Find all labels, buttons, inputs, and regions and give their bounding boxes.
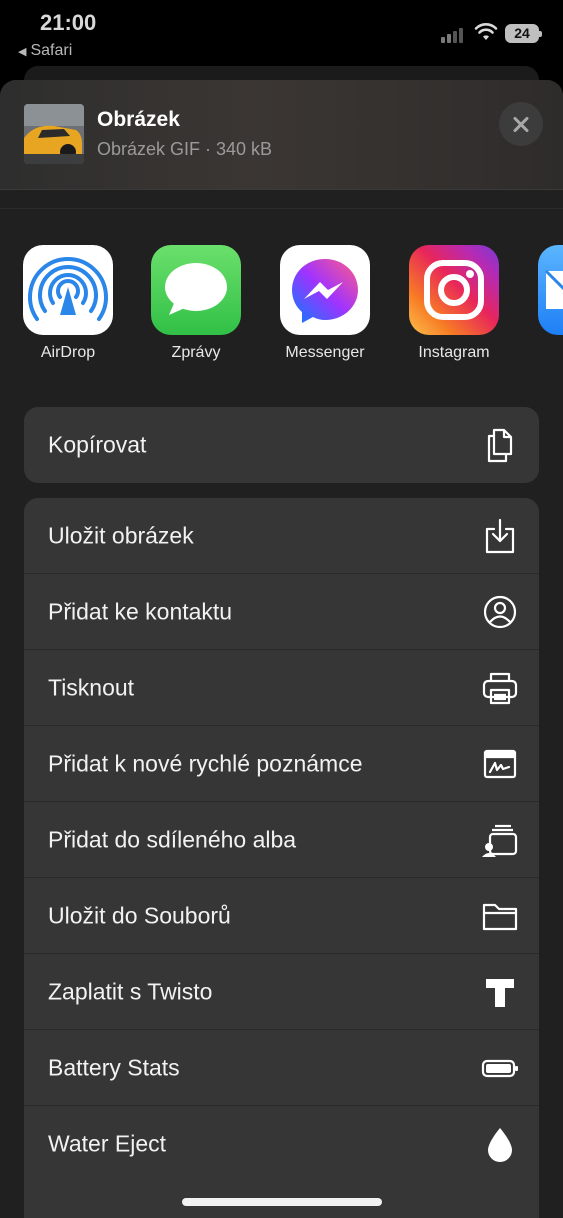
close-button[interactable]	[499, 102, 543, 146]
action-print[interactable]: Tisknout	[24, 650, 539, 726]
folder-icon	[481, 897, 519, 935]
instagram-icon	[409, 245, 499, 335]
back-triangle-icon: ◀	[18, 46, 27, 58]
copy-icon	[481, 426, 519, 464]
contact-icon	[481, 593, 519, 631]
status-time: 21:00	[40, 10, 97, 35]
divider	[0, 208, 563, 209]
action-label: Kopírovat	[48, 431, 147, 458]
airdrop-icon	[23, 245, 113, 335]
action-battery-stats[interactable]: Battery Stats	[24, 1030, 539, 1106]
print-icon	[481, 669, 519, 707]
action-label: Tisknout	[48, 674, 135, 700]
share-sheet: Obrázek Obrázek GIF · 340 kB AirDrop Zpr…	[0, 80, 563, 1218]
app-label: Zprávy	[171, 344, 221, 361]
car-thumbnail-image	[24, 104, 84, 164]
action-shared-album[interactable]: Přidat do sdíleného alba	[24, 802, 539, 878]
battery-icon	[481, 1049, 519, 1087]
messages-icon	[151, 245, 241, 335]
action-label: Battery Stats	[48, 1054, 180, 1080]
action-quick-note[interactable]: Přidat k nové rychlé poznámce	[24, 726, 539, 802]
action-group-copy: Kopírovat	[24, 407, 539, 483]
battery-indicator: 24	[505, 24, 542, 43]
messenger-icon	[280, 245, 370, 335]
app-instagram[interactable]: Instagram	[408, 245, 500, 370]
action-group-main: Uložit obrázek Přidat ke kontaktu Tiskno…	[24, 498, 539, 1218]
action-pay-twisto[interactable]: Zaplatit s Twisto	[24, 954, 539, 1030]
quick-note-icon	[481, 745, 519, 783]
save-image-icon	[481, 517, 519, 555]
item-subtitle: Obrázek GIF · 340 kB	[97, 139, 273, 159]
back-app-label: Safari	[30, 42, 73, 59]
share-sheet-header: Obrázek Obrázek GIF · 340 kB	[0, 80, 563, 190]
app-messages[interactable]: Zprávy	[150, 245, 242, 370]
app-airdrop[interactable]: AirDrop	[22, 245, 114, 370]
action-label: Přidat do sdíleného alba	[48, 826, 297, 852]
action-save-to-files[interactable]: Uložit do Souborů	[24, 878, 539, 954]
cellular-signal-icon	[441, 27, 465, 43]
action-label: Přidat ke kontaktu	[48, 598, 233, 624]
water-drop-icon	[481, 1125, 519, 1163]
app-messenger[interactable]: Messenger	[279, 245, 371, 370]
app-label: Messenger	[285, 344, 365, 361]
item-title: Obrázek	[97, 108, 180, 131]
action-label: Zaplatit s Twisto	[48, 978, 213, 1004]
action-label: Přidat k nové rychlé poznámce	[48, 750, 363, 776]
status-bar: 21:00 ◀ Safari 24	[0, 0, 563, 66]
action-save-image[interactable]: Uložit obrázek	[24, 498, 539, 574]
action-label: Water Eject	[48, 1130, 167, 1157]
action-add-to-contact[interactable]: Přidat ke kontaktu	[24, 574, 539, 650]
image-thumbnail	[24, 104, 84, 164]
action-copy[interactable]: Kopírovat	[24, 407, 539, 483]
action-label: Uložit do Souborů	[48, 902, 231, 928]
twisto-icon	[481, 973, 519, 1011]
mail-icon	[538, 245, 563, 335]
back-to-app-button[interactable]: ◀ Safari	[18, 42, 72, 60]
action-water-eject[interactable]: Water Eject	[24, 1106, 539, 1182]
home-indicator[interactable]	[182, 1198, 382, 1206]
app-label: AirDrop	[40, 344, 96, 361]
action-label: Uložit obrázek	[48, 522, 194, 548]
wifi-icon	[474, 23, 498, 40]
app-label: Instagram	[418, 344, 490, 361]
shared-album-icon	[481, 821, 519, 859]
app-mail[interactable]	[537, 245, 563, 370]
